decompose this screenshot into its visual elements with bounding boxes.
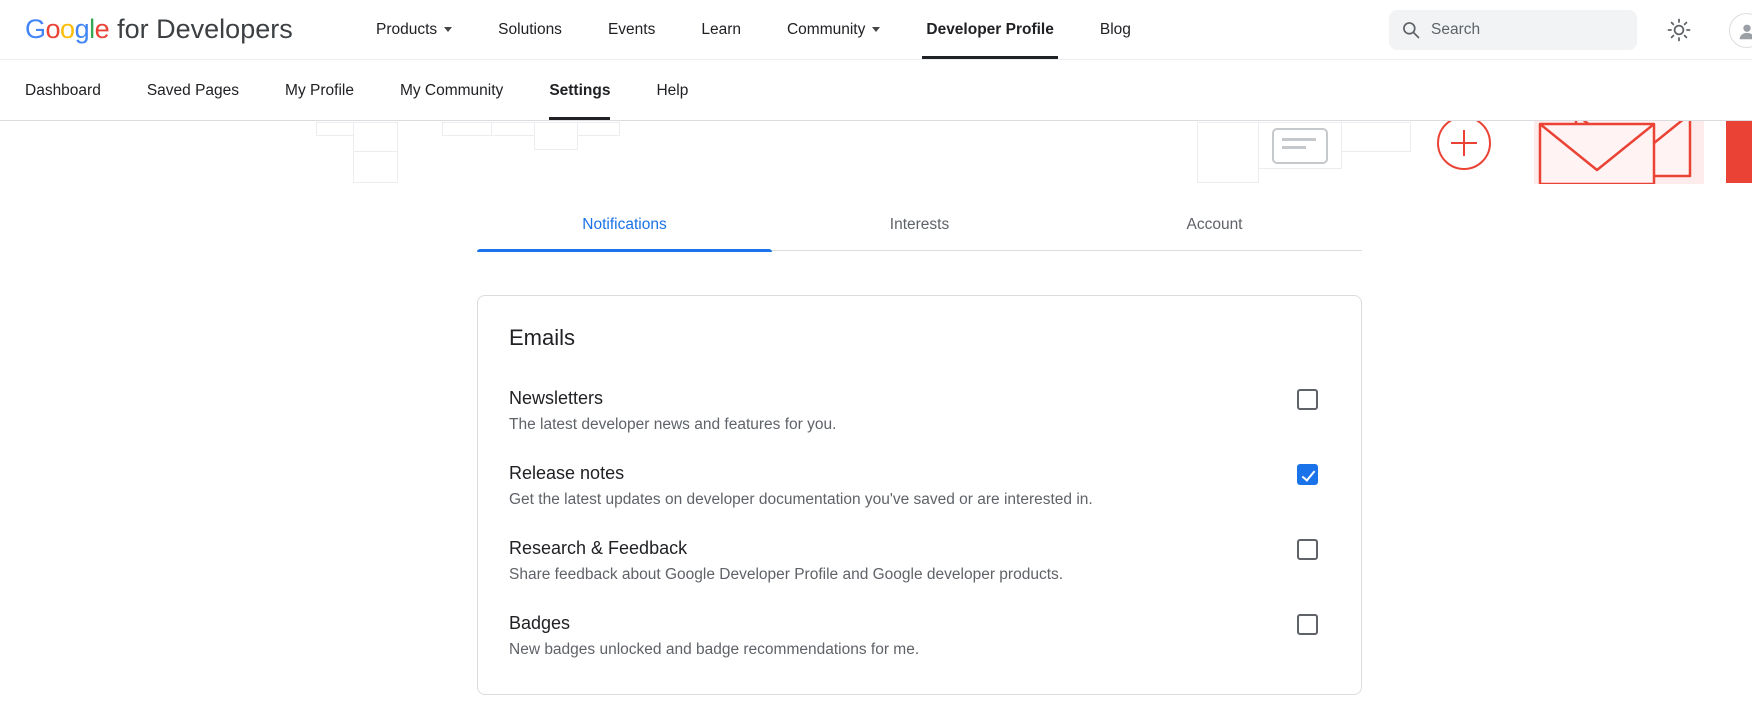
subnav-item-my-community[interactable]: My Community: [400, 61, 503, 120]
nav-item-label: Products: [376, 21, 437, 39]
decorative-grid: [1197, 122, 1259, 183]
tab-interests[interactable]: Interests: [772, 202, 1067, 250]
email-setting-description: Get the latest updates on developer docu…: [509, 489, 1093, 511]
email-setting-text: Release notes Get the latest updates on …: [509, 461, 1093, 511]
nav-item-learn[interactable]: Learn: [701, 0, 741, 59]
main-nav: Products Solutions Events Learn Communit…: [376, 0, 1131, 59]
decorative-grid: [534, 122, 578, 150]
nav-item-label: Developer Profile: [926, 21, 1054, 39]
logo-letter: G: [25, 14, 46, 44]
release-notes-checkbox[interactable]: [1297, 464, 1318, 485]
email-setting-text: Badges New badges unlocked and badge rec…: [509, 611, 919, 661]
top-header: Google for Developers Products Solutions …: [0, 0, 1752, 60]
decorative-grid: [577, 122, 620, 136]
decorative-grid: [353, 151, 398, 183]
search-icon: [1401, 20, 1421, 40]
theme-toggle-button[interactable]: [1659, 10, 1699, 50]
logo-letter: o: [60, 14, 75, 44]
subnav-item-label: My Profile: [285, 82, 354, 100]
decorative-grid: [316, 122, 354, 136]
tab-label: Account: [1186, 216, 1242, 233]
sun-icon: [1667, 18, 1691, 42]
envelope-illustration: [1534, 112, 1704, 184]
nav-item-label: Learn: [701, 21, 741, 39]
email-setting-title: Badges: [509, 611, 919, 635]
nav-item-developer-profile[interactable]: Developer Profile: [926, 0, 1054, 59]
email-setting-text: Research & Feedback Share feedback about…: [509, 536, 1063, 586]
settings-tabs: Notifications Interests Account: [477, 202, 1362, 251]
person-icon: [1736, 20, 1752, 42]
red-bar: [1726, 112, 1752, 183]
emails-card: Emails Newsletters The latest developer …: [477, 295, 1362, 695]
logo-letter: g: [75, 14, 90, 44]
email-setting-row: Research & Feedback Share feedback about…: [509, 536, 1318, 586]
page: Google for Developers Products Solutions …: [0, 0, 1752, 721]
email-setting-title: Research & Feedback: [509, 536, 1063, 560]
email-setting-row: Newsletters The latest developer news an…: [509, 386, 1318, 436]
search-input[interactable]: [1431, 21, 1625, 39]
subnav-item-settings[interactable]: Settings: [549, 61, 610, 120]
nav-item-products[interactable]: Products: [376, 0, 452, 59]
document-icon: [1272, 128, 1328, 164]
decorative-grid: [442, 122, 492, 136]
tab-label: Interests: [890, 216, 949, 233]
email-setting-row: Badges New badges unlocked and badge rec…: [509, 611, 1318, 661]
avatar[interactable]: [1729, 13, 1752, 48]
nav-item-label: Blog: [1100, 21, 1131, 39]
decorative-grid: [1341, 122, 1411, 152]
nav-item-label: Solutions: [498, 21, 562, 39]
chevron-down-icon: [444, 27, 452, 32]
subnav-item-help[interactable]: Help: [656, 61, 688, 120]
subnav-item-label: Settings: [549, 82, 610, 100]
logo-letter: o: [46, 14, 61, 44]
nav-item-label: Community: [787, 21, 865, 39]
email-setting-description: Share feedback about Google Developer Pr…: [509, 564, 1063, 586]
tab-label: Notifications: [582, 216, 666, 233]
email-setting-row: Release notes Get the latest updates on …: [509, 461, 1318, 511]
newsletters-checkbox[interactable]: [1297, 389, 1318, 410]
subnav-item-saved-pages[interactable]: Saved Pages: [147, 61, 239, 120]
email-setting-title: Release notes: [509, 461, 1093, 485]
decorative-grid: [491, 122, 535, 136]
google-developers-logo[interactable]: Google for Developers: [25, 14, 293, 45]
decorative-banner: [0, 122, 1752, 183]
tab-notifications[interactable]: Notifications: [477, 202, 772, 250]
nav-item-events[interactable]: Events: [608, 0, 655, 59]
profile-subnav: Dashboard Saved Pages My Profile My Comm…: [0, 61, 1752, 121]
subnav-item-label: Dashboard: [25, 82, 101, 100]
email-setting-description: The latest developer news and features f…: [509, 414, 836, 436]
google-wordmark: Google: [25, 14, 109, 44]
badges-checkbox[interactable]: [1297, 614, 1318, 635]
plus-circle-icon: [1437, 116, 1491, 170]
nav-item-solutions[interactable]: Solutions: [498, 0, 562, 59]
email-setting-description: New badges unlocked and badge recommenda…: [509, 639, 919, 661]
subnav-item-label: Help: [656, 82, 688, 100]
subnav-item-label: My Community: [400, 82, 503, 100]
subnav-item-my-profile[interactable]: My Profile: [285, 61, 354, 120]
email-setting-text: Newsletters The latest developer news an…: [509, 386, 836, 436]
logo-letter: e: [95, 14, 110, 44]
nav-item-blog[interactable]: Blog: [1100, 0, 1131, 59]
logo-suffix: for Developers: [117, 14, 293, 44]
card-title: Emails: [509, 324, 1318, 352]
research-feedback-checkbox[interactable]: [1297, 539, 1318, 560]
subnav-item-dashboard[interactable]: Dashboard: [25, 61, 101, 120]
decorative-grid: [353, 122, 398, 152]
chevron-down-icon: [872, 27, 880, 32]
nav-item-label: Events: [608, 21, 655, 39]
search-box[interactable]: [1389, 10, 1637, 50]
email-setting-title: Newsletters: [509, 386, 836, 410]
nav-item-community[interactable]: Community: [787, 0, 880, 59]
subnav-item-label: Saved Pages: [147, 82, 239, 100]
tab-account[interactable]: Account: [1067, 202, 1362, 250]
